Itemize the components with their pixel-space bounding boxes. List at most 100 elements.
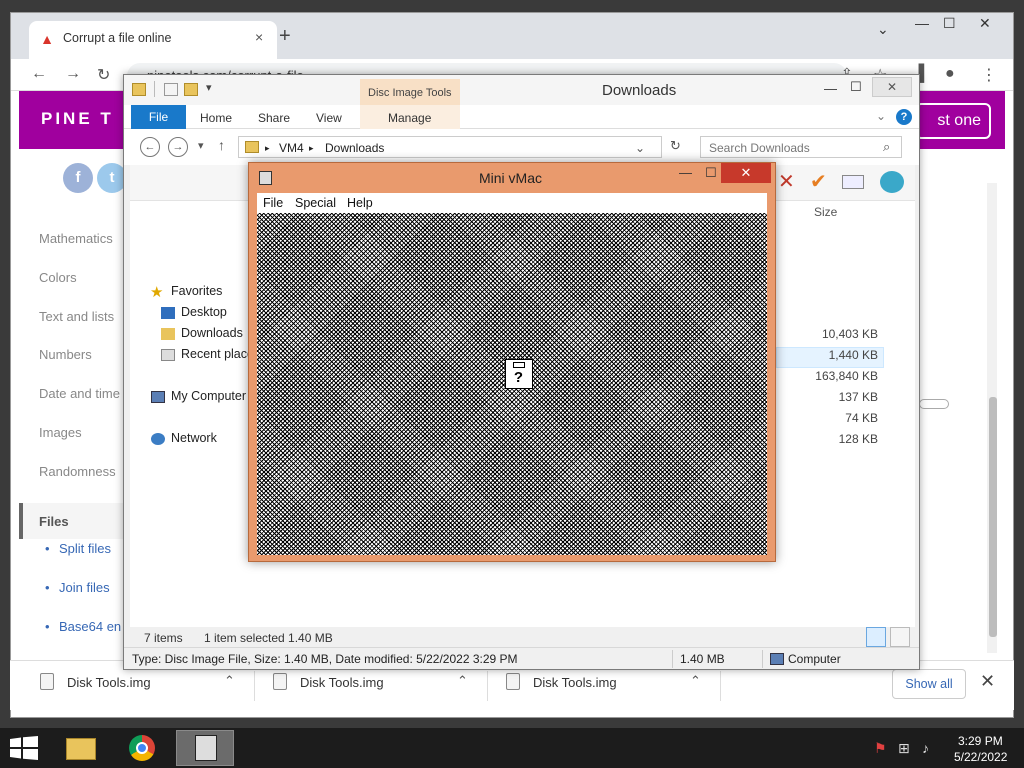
minimize-icon[interactable]: —: [915, 15, 929, 31]
mini-vmac-app-icon[interactable]: [259, 171, 272, 185]
divider: [720, 671, 721, 701]
folder-icon: [66, 738, 96, 760]
delete-icon[interactable]: ✕: [778, 169, 795, 194]
search-input[interactable]: Search Downloads ⌕: [700, 136, 902, 158]
new-tab-button[interactable]: +: [279, 25, 291, 48]
forward-icon[interactable]: →: [65, 65, 81, 83]
breadcrumb-separator: ▸: [265, 143, 270, 153]
nav-downloads[interactable]: Downloads: [181, 326, 243, 340]
network-icon[interactable]: ⊞: [898, 740, 910, 757]
tab-home[interactable]: Home: [200, 111, 232, 125]
sidebar-item-colors[interactable]: Colors: [39, 270, 77, 285]
browser-tab[interactable]: ▲ Corrupt a file online ×: [29, 21, 277, 59]
sidebar-item-images[interactable]: Images: [39, 425, 82, 440]
menu-special[interactable]: Special: [295, 196, 336, 210]
minimize-icon[interactable]: —: [679, 165, 692, 180]
volume-muted-icon[interactable]: ♪: [922, 740, 929, 756]
nav-favorites[interactable]: Favorites: [171, 284, 222, 298]
taskbar-file-explorer[interactable]: [52, 730, 110, 766]
facebook-icon[interactable]: f: [63, 163, 93, 193]
up-icon[interactable]: ↑: [218, 137, 225, 153]
sidebar-item-randomness[interactable]: Randomness: [39, 464, 116, 479]
page-slider[interactable]: [919, 399, 949, 409]
maximize-icon[interactable]: ☐: [705, 165, 717, 181]
close-icon[interactable]: ✕: [721, 163, 771, 183]
forward-icon[interactable]: →: [168, 137, 188, 157]
chevron-up-icon[interactable]: ⌃: [457, 673, 468, 689]
refresh-icon[interactable]: ↻: [670, 138, 681, 154]
tab-view[interactable]: View: [316, 111, 342, 125]
profile-icon[interactable]: ●: [945, 65, 955, 83]
divider: [487, 671, 488, 701]
sidebar-subitem-join-files[interactable]: Join files: [45, 580, 109, 595]
nav-recent-places[interactable]: Recent place: [181, 347, 254, 361]
sidebar-item-mathematics[interactable]: Mathematics: [39, 231, 113, 246]
sidebar-item-files[interactable]: Files: [39, 514, 69, 529]
search-icon[interactable]: ⌕: [883, 139, 890, 155]
size-cell-3: 163,840 KB: [815, 369, 878, 383]
sidebar-subitem-split-files[interactable]: Split files: [45, 541, 111, 556]
page-scrollbar-thumb[interactable]: [989, 397, 997, 637]
chevron-up-icon[interactable]: ⌃: [224, 673, 235, 689]
sidebar-item-text-and-lists[interactable]: Text and lists: [39, 309, 114, 324]
file-icon: [273, 673, 287, 690]
menu-icon[interactable]: ⋮: [981, 65, 997, 85]
sidebar-item-numbers[interactable]: Numbers: [39, 347, 92, 362]
close-tab-icon[interactable]: ×: [255, 29, 263, 45]
tab-search-icon[interactable]: ⌄: [877, 21, 889, 38]
taskbar: ⚑ ⊞ ♪ 3:29 PM 5/22/2022: [0, 728, 1024, 768]
reload-icon[interactable]: ↻: [97, 65, 110, 85]
tab-file[interactable]: File: [131, 105, 186, 129]
address-bar[interactable]: ▸ VM4 ▸ Downloads ⌄: [238, 136, 662, 158]
sidebar-item-date-and-time[interactable]: Date and time: [39, 386, 120, 401]
action-center-flag-icon[interactable]: ⚑: [874, 740, 887, 757]
back-icon[interactable]: ←: [140, 137, 160, 157]
maximize-icon[interactable]: ☐: [943, 15, 956, 32]
properties-icon[interactable]: [164, 83, 178, 96]
tab-share[interactable]: Share: [258, 111, 290, 125]
sidebar-item-files-active[interactable]: [19, 503, 131, 539]
download-item-3[interactable]: Disk Tools.img: [533, 675, 617, 690]
download-item-1[interactable]: Disk Tools.img: [67, 675, 151, 690]
shell-icon[interactable]: [880, 171, 904, 193]
sidebar-subitem-base64[interactable]: Base64 en: [45, 619, 121, 634]
back-icon[interactable]: ←: [31, 65, 47, 83]
nav-network[interactable]: Network: [171, 431, 217, 445]
details-view-icon[interactable]: [866, 627, 886, 647]
clock-date[interactable]: 5/22/2022: [954, 750, 1007, 764]
recent-locations-icon[interactable]: ▾: [198, 139, 204, 152]
close-icon[interactable]: ✕: [872, 77, 912, 97]
checkmark-icon[interactable]: ✔: [810, 169, 827, 194]
pinetools-logo[interactable]: PINE T: [41, 109, 114, 129]
close-shelf-icon[interactable]: ✕: [980, 671, 995, 692]
maximize-icon[interactable]: ☐: [850, 79, 862, 95]
header-button[interactable]: st one: [915, 103, 991, 139]
nav-my-computer[interactable]: My Computer: [171, 389, 246, 403]
taskbar-chrome[interactable]: [114, 730, 172, 766]
show-all-button[interactable]: Show all: [892, 669, 966, 699]
taskbar-mini-vmac[interactable]: [176, 730, 234, 766]
breadcrumb-downloads[interactable]: Downloads: [325, 141, 384, 155]
divider: [154, 81, 155, 97]
address-dropdown-icon[interactable]: ⌄: [635, 141, 645, 155]
breadcrumb-vm4[interactable]: VM4: [279, 141, 304, 155]
column-header-size[interactable]: Size: [814, 205, 837, 219]
size-cell-5: 74 KB: [845, 411, 878, 425]
close-icon[interactable]: ✕: [979, 15, 991, 32]
minimize-icon[interactable]: —: [824, 81, 837, 96]
chevron-up-icon[interactable]: ⌃: [690, 673, 701, 689]
help-icon[interactable]: ?: [896, 109, 912, 125]
large-icons-view-icon[interactable]: [890, 627, 910, 647]
start-windows-icon[interactable]: [10, 736, 38, 760]
tab-manage[interactable]: Manage: [388, 111, 431, 125]
drive-icon[interactable]: [842, 175, 864, 189]
menu-help[interactable]: Help: [347, 196, 373, 210]
quick-access-dropdown-icon[interactable]: ▾: [206, 81, 212, 94]
clock-time[interactable]: 3:29 PM: [958, 734, 1003, 748]
new-folder-icon[interactable]: [184, 83, 198, 96]
download-item-2[interactable]: Disk Tools.img: [300, 675, 384, 690]
nav-desktop[interactable]: Desktop: [181, 305, 227, 319]
menu-file[interactable]: File: [263, 196, 283, 210]
emulator-screen[interactable]: ?: [257, 213, 767, 555]
expand-ribbon-icon[interactable]: ⌄: [876, 109, 886, 123]
